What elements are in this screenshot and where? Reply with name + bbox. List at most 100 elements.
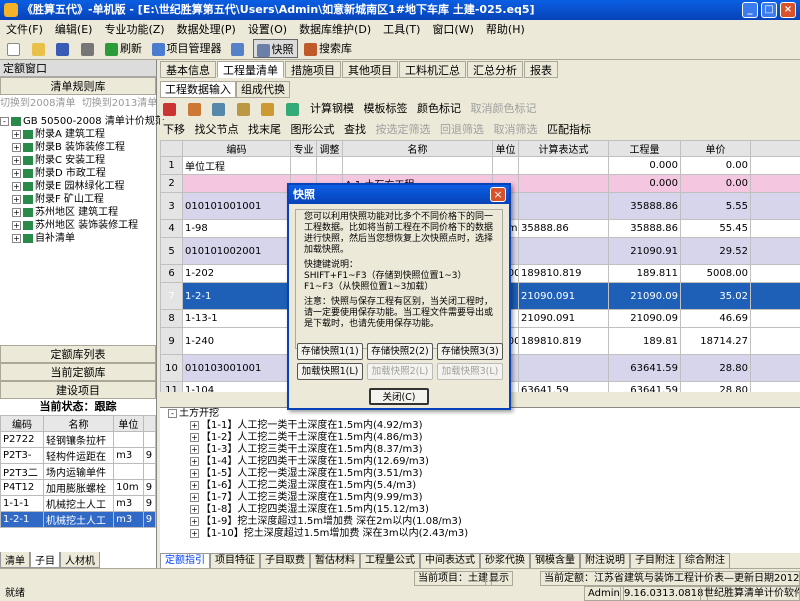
tree-item[interactable]: +附录B 装饰装修工程 (0, 141, 156, 154)
tab-bill[interactable]: 工程量清单 (217, 61, 284, 78)
cell[interactable] (751, 310, 800, 328)
tab-data-input[interactable]: 工程数据输入 (160, 81, 236, 98)
menu-tools[interactable]: 工具(T) (377, 20, 426, 39)
cancel-filter-button[interactable]: 取消筛选 (491, 120, 541, 139)
cell-expr[interactable] (519, 175, 609, 193)
search-lib-button[interactable]: 搜索库 (301, 39, 355, 58)
cell-n[interactable]: 6 (161, 265, 183, 283)
cell-n[interactable]: 3 (161, 193, 183, 220)
cell-code[interactable]: 1-104 (183, 382, 291, 393)
snapshot-button[interactable]: 快照 (253, 39, 298, 58)
cell-price[interactable]: 35.02 (681, 283, 751, 310)
guide-tree-item[interactable]: +【1-3】人工挖三类干土深度在1.5m内(8.37/m3) (160, 444, 800, 456)
cell[interactable] (751, 283, 800, 310)
tab-labor-summary[interactable]: 工料机汇总 (399, 61, 466, 78)
insert-icon[interactable] (160, 99, 181, 118)
filter-selected-button[interactable]: 按选定筛选 (373, 120, 434, 139)
cell-price[interactable]: 5.55 (681, 193, 751, 220)
expand-icon[interactable]: + (190, 493, 199, 502)
tree-item[interactable]: +苏州地区 建筑工程 (0, 206, 156, 219)
cell-code[interactable]: 1-240 (183, 328, 291, 355)
cell-name[interactable] (343, 157, 493, 175)
search-button[interactable]: 查找 (341, 120, 369, 139)
table-row[interactable]: P2T3二场内运输单件 (1, 464, 156, 480)
cell[interactable] (317, 157, 343, 175)
detail-tab[interactable]: 钢模含量 (530, 553, 580, 569)
cell-qty[interactable]: 63641.59 (609, 355, 681, 382)
template-label-dropdown[interactable]: 模板标签 (361, 99, 411, 118)
table-row[interactable]: P2T3-轻构件运距在m39 (1, 448, 156, 464)
list-rule-lib-button[interactable]: 清单规则库 (0, 77, 156, 95)
cell[interactable] (751, 355, 800, 382)
menu-data[interactable]: 数据处理(P) (171, 20, 242, 39)
expand-icon[interactable]: + (190, 505, 199, 514)
calc-steel-button[interactable]: 计算钢模 (307, 99, 357, 118)
print-button[interactable] (78, 39, 99, 58)
tree-item[interactable]: +苏州地区 装饰装修工程 (0, 219, 156, 232)
tab-measures[interactable]: 措施项目 (285, 61, 341, 78)
build-item-button[interactable]: 建设项目 (0, 381, 156, 399)
tab-basic-info[interactable]: 基本信息 (160, 61, 216, 78)
cell-qty[interactable]: 35888.86 (609, 220, 681, 238)
filter-icon[interactable] (283, 99, 304, 118)
cell-price[interactable]: 28.80 (681, 355, 751, 382)
load-snapshot-3-button[interactable]: 加载快照3(L) (437, 363, 503, 380)
expand-icon[interactable]: + (190, 517, 199, 526)
expand-icon[interactable]: + (190, 469, 199, 478)
filter-back-button[interactable]: 回退筛选 (437, 120, 487, 139)
dialog-close-button[interactable]: 关闭(C) (369, 388, 429, 405)
menu-db[interactable]: 数据库维护(D) (293, 20, 377, 39)
match-index-button[interactable]: 匹配指标 (544, 120, 594, 139)
expand-icon[interactable]: + (190, 421, 199, 430)
cell-expr[interactable] (519, 193, 609, 220)
menu-edit[interactable]: 编辑(E) (49, 20, 99, 39)
current-quota-lib-button[interactable]: 当前定额库 (0, 363, 156, 381)
cell-price[interactable]: 18714.27 (681, 328, 751, 355)
menu-window[interactable]: 窗口(W) (426, 20, 479, 39)
load-snapshot-1-button[interactable]: 加载快照1(L) (297, 363, 363, 380)
cell-qty[interactable]: 35888.86 (609, 193, 681, 220)
guide-tree-item[interactable]: +【1-1】人工挖一类干土深度在1.5m内(4.92/m3) (160, 420, 800, 432)
grid-row[interactable]: 1单位工程0.0000.00 (161, 157, 800, 175)
cell-expr[interactable]: 21090.091 (519, 283, 609, 310)
cell-qty[interactable]: 63641.59 (609, 382, 681, 393)
tab-list[interactable]: 清单 (0, 552, 30, 568)
cell[interactable] (751, 175, 800, 193)
tree-item[interactable]: +自补清单 (0, 232, 156, 245)
copy-icon[interactable] (209, 99, 230, 118)
cell[interactable] (751, 265, 800, 283)
cell[interactable] (291, 157, 317, 175)
cell[interactable] (751, 328, 800, 355)
color-mark-button[interactable]: 颜色标记 (414, 99, 464, 118)
detail-tab[interactable]: 综合附注 (680, 553, 730, 569)
table-row[interactable]: P2722轻钢镶条拉杆 (1, 432, 156, 448)
cell[interactable] (751, 238, 800, 265)
cell-expr[interactable] (519, 157, 609, 175)
cell-expr[interactable]: 21090.091 (519, 310, 609, 328)
cell-code[interactable]: 1-98 (183, 220, 291, 238)
cell-qty[interactable]: 0.000 (609, 157, 681, 175)
project-manager-button[interactable]: 项目管理器 (149, 39, 225, 58)
tab-analysis[interactable]: 汇总分析 (467, 61, 523, 78)
guide-tree-item[interactable]: +【1-5】人工挖一类湿土深度在1.5m内(3.51/m3) (160, 468, 800, 480)
cell-expr[interactable]: 63641.59 (519, 382, 609, 393)
save-button[interactable] (53, 39, 74, 58)
cell-qty[interactable]: 21090.91 (609, 238, 681, 265)
detail-tab[interactable]: 砂浆代换 (480, 553, 530, 569)
guide-tree-item[interactable]: +【1-6】人工挖二类湿土深度在1.5m内(5.4/m3) (160, 480, 800, 492)
guide-tree-item[interactable]: +【1-10】挖土深度超过1.5m增加费 深在3m以内(2.43/m3) (160, 528, 800, 540)
paste-icon[interactable] (234, 99, 255, 118)
cell-expr[interactable]: 189810.819 (519, 265, 609, 283)
tab-report[interactable]: 报表 (524, 61, 558, 78)
cell-code[interactable]: 1-13-1 (183, 310, 291, 328)
tab-other[interactable]: 其他项目 (342, 61, 398, 78)
tree-item[interactable]: +附录E 园林绿化工程 (0, 180, 156, 193)
expand-icon[interactable]: + (190, 529, 199, 538)
load-snapshot-2-button[interactable]: 加载快照2(L) (367, 363, 433, 380)
cell-expr[interactable] (519, 355, 609, 382)
tree-item[interactable]: +附录C 安装工程 (0, 154, 156, 167)
save-snapshot-1-button[interactable]: 存储快照1(1) (297, 343, 363, 360)
cell-n[interactable]: 1 (161, 157, 183, 175)
detail-tab[interactable]: 子目附注 (630, 553, 680, 569)
expand-icon[interactable]: + (190, 481, 199, 490)
